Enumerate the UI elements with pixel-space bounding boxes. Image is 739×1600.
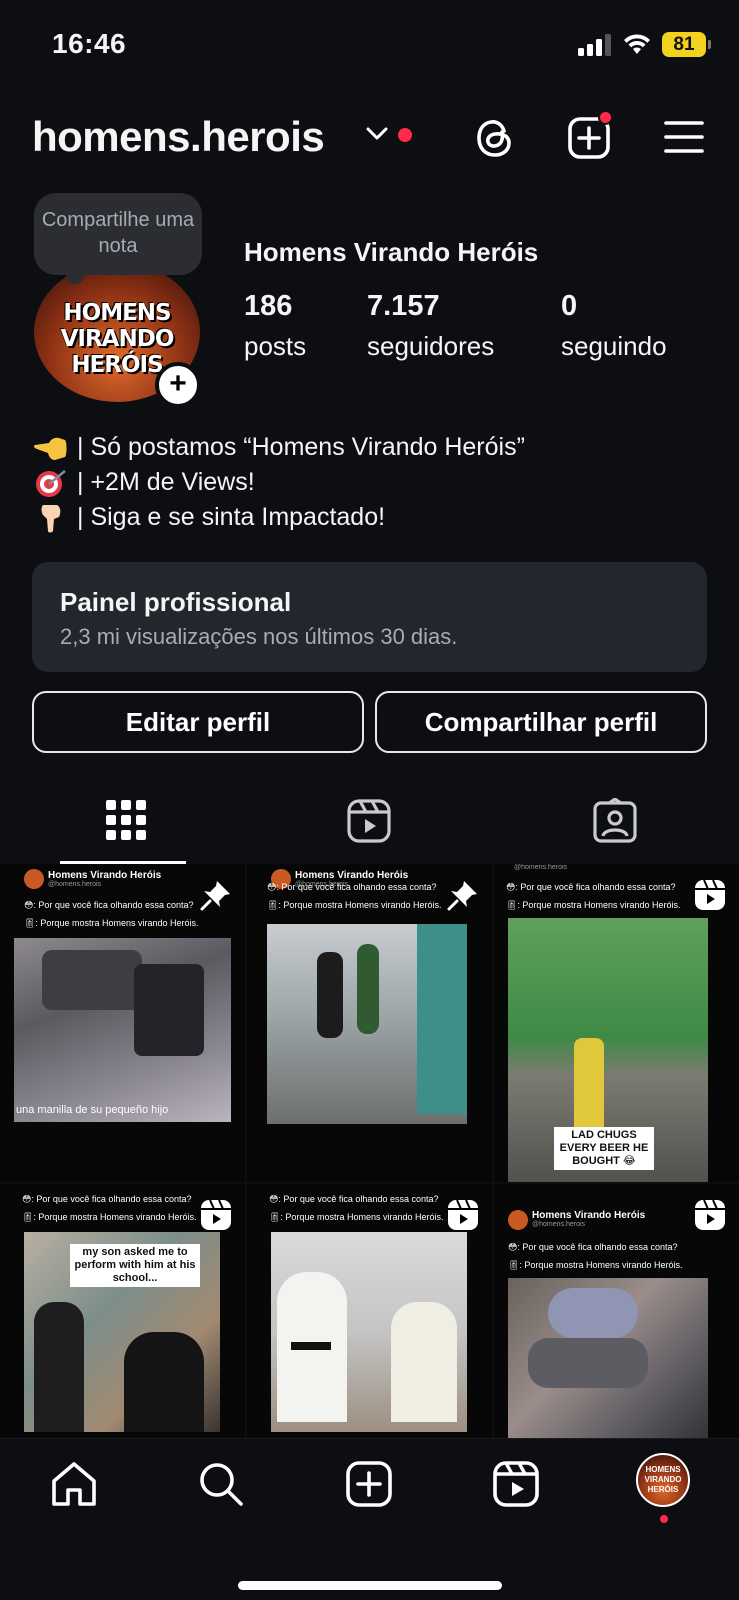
- backhand-pointing-left-emoji-icon: [33, 437, 67, 460]
- status-bar: 16:46 81: [0, 0, 739, 90]
- grid-post[interactable]: Homens Virando Heróis @homens.herois 😳: …: [247, 864, 492, 1182]
- search-icon[interactable]: [196, 1459, 246, 1509]
- grid-post[interactable]: Homens Virando Heróis @homens.herois 😳: …: [494, 1184, 739, 1438]
- reel-icon: [448, 1199, 478, 1230]
- chevron-down-icon[interactable]: [366, 127, 388, 141]
- post-text-line: 🎚: Porque mostra Homens virando Heróis.: [508, 1260, 683, 1270]
- bottom-navigation: HOMENS VIRANDO HERÓIS: [0, 1438, 739, 1600]
- bio-line: | Siga e se sinta Impactado!: [33, 500, 525, 535]
- tagged-icon: [593, 798, 637, 843]
- share-profile-button[interactable]: Compartilhar perfil: [375, 691, 707, 753]
- battery-indicator: 81: [662, 32, 711, 57]
- posts-grid: Homens Virando Heróis @homens.herois 😳: …: [0, 864, 739, 1438]
- panel-title: Painel profissional: [60, 587, 292, 617]
- grid-post[interactable]: @homens.herois 😳: Por que você fica olha…: [494, 864, 739, 1182]
- reel-icon: [201, 1199, 231, 1230]
- following-count-label: seguindo: [561, 331, 667, 361]
- notification-dot: [398, 128, 412, 142]
- panel-subtitle: 2,3 mi visualizações nos últimos 30 dias…: [60, 624, 458, 649]
- post-account-name: Homens Virando Heróis: [48, 870, 162, 881]
- pin-icon: [447, 881, 477, 911]
- grid-post[interactable]: Homens Virando Heróis @homens.herois 😳: …: [0, 864, 245, 1182]
- share-note-bubble[interactable]: Compartilhe uma nota: [34, 193, 202, 284]
- bio-line: | Só postamos “Homens Virando Heróis”: [33, 430, 525, 465]
- cellular-signal-icon: [578, 34, 611, 56]
- profile-tabs: [0, 790, 739, 864]
- status-time: 16:46: [52, 28, 127, 59]
- post-media: [271, 1232, 467, 1432]
- account-logo: [508, 1210, 528, 1230]
- post-caption: my son asked me to perform with him at h…: [70, 1244, 200, 1287]
- post-text-line: 😳: Por que você fica olhando essa conta?: [508, 1242, 678, 1252]
- post-text-line: 😳: Por que você fica olhando essa conta?: [24, 900, 194, 910]
- tab-reels[interactable]: [246, 790, 492, 864]
- pin-icon: [200, 881, 230, 911]
- grid-post[interactable]: 😳: Por que você fica olhando essa conta?…: [0, 1184, 245, 1438]
- tab-tagged[interactable]: [492, 790, 738, 864]
- new-post-notification-dot: [598, 110, 613, 125]
- post-account-name: Homens Virando Heróis: [295, 870, 409, 881]
- edit-profile-button[interactable]: Editar perfil: [32, 691, 364, 753]
- home-icon[interactable]: [49, 1459, 99, 1509]
- grid-post[interactable]: 😳: Por que você fica olhando essa conta?…: [247, 1184, 492, 1438]
- followers-count-value: 7.157: [367, 290, 440, 322]
- followers-count-label: seguidores: [367, 331, 495, 361]
- post-account-name: Homens Virando Heróis: [532, 1210, 646, 1221]
- home-indicator[interactable]: [238, 1581, 502, 1590]
- post-text-line: 🎚: Porque mostra Homens virando Heróis.: [267, 900, 442, 910]
- post-text-line: 😳: Por que você fica olhando essa conta?: [267, 882, 437, 892]
- add-story-button[interactable]: +: [155, 362, 201, 408]
- post-caption: una manilla de su pequeño hijo: [16, 1104, 169, 1116]
- following-count[interactable]: 0 seguindo: [561, 290, 667, 362]
- grid-icon: [106, 800, 146, 840]
- reels-icon: [347, 799, 391, 843]
- threads-icon[interactable]: [474, 115, 516, 161]
- post-account-handle: @homens.herois: [514, 864, 568, 871]
- bio-line: | +2M de Views!: [33, 465, 525, 500]
- bio-text: | +2M de Views!: [77, 468, 255, 496]
- reel-icon: [695, 1199, 725, 1230]
- posts-count[interactable]: 186 posts: [244, 290, 306, 362]
- create-icon[interactable]: [344, 1459, 394, 1509]
- profile-tab-avatar[interactable]: HOMENS VIRANDO HERÓIS: [636, 1453, 690, 1507]
- bio-text: | Siga e se sinta Impactado!: [77, 503, 386, 531]
- posts-count-label: posts: [244, 331, 307, 361]
- backhand-pointing-down-emoji-icon: [41, 504, 61, 532]
- account-logo: [24, 869, 44, 889]
- post-text-line: 😳: Por que você fica olhando essa conta?: [269, 1194, 439, 1204]
- post-account-handle: @homens.herois: [532, 1221, 586, 1228]
- post-text-line: 🎚: Porque mostra Homens virando Heróis.: [22, 1212, 197, 1222]
- bio-text: | Só postamos “Homens Virando Heróis”: [77, 433, 525, 461]
- profile-header: homens.herois: [0, 105, 739, 170]
- post-caption: LAD CHUGS EVERY BEER HE BOUGHT 😂: [554, 1127, 654, 1170]
- tab-posts-grid[interactable]: [0, 790, 246, 864]
- display-name: Homens Virando Heróis: [244, 237, 539, 267]
- post-text-line: 🎚: Porque mostra Homens virando Heróis.: [269, 1212, 444, 1222]
- following-count-value: 0: [561, 290, 578, 322]
- followers-count[interactable]: 7.157 seguidores: [367, 290, 494, 362]
- username-switcher[interactable]: homens.herois: [32, 113, 325, 161]
- nav-avatar-text: HOMENS VIRANDO HERÓIS: [644, 1465, 682, 1494]
- post-text-line: 😳: Por que você fica olhando essa conta?: [22, 1194, 192, 1204]
- post-media: [14, 938, 231, 1122]
- posts-count-value: 186: [244, 290, 293, 322]
- reels-icon[interactable]: [491, 1459, 541, 1509]
- post-text-line: 🎚: Porque mostra Homens virando Heróis.: [24, 918, 199, 928]
- profile-notification-dot: [660, 1515, 668, 1523]
- post-media: [508, 1278, 708, 1438]
- reel-icon: [695, 879, 725, 910]
- profile-screen: 16:46 81 homens.herois HOMENS VIRANDO HE…: [0, 0, 739, 1600]
- profile-bio: | Só postamos “Homens Virando Heróis” | …: [33, 430, 525, 535]
- menu-icon[interactable]: [664, 119, 704, 155]
- direct-hit-target-emoji-icon: [36, 469, 66, 497]
- post-media: [267, 924, 467, 1124]
- post-text-line: 😳: Por que você fica olhando essa conta?: [506, 882, 676, 892]
- wifi-icon: [624, 34, 650, 54]
- post-account-handle: @homens.herois: [48, 881, 102, 888]
- professional-dashboard-card[interactable]: Painel profissional 2,3 mi visualizações…: [32, 562, 707, 672]
- post-text-line: 🎚: Porque mostra Homens virando Heróis.: [506, 900, 681, 910]
